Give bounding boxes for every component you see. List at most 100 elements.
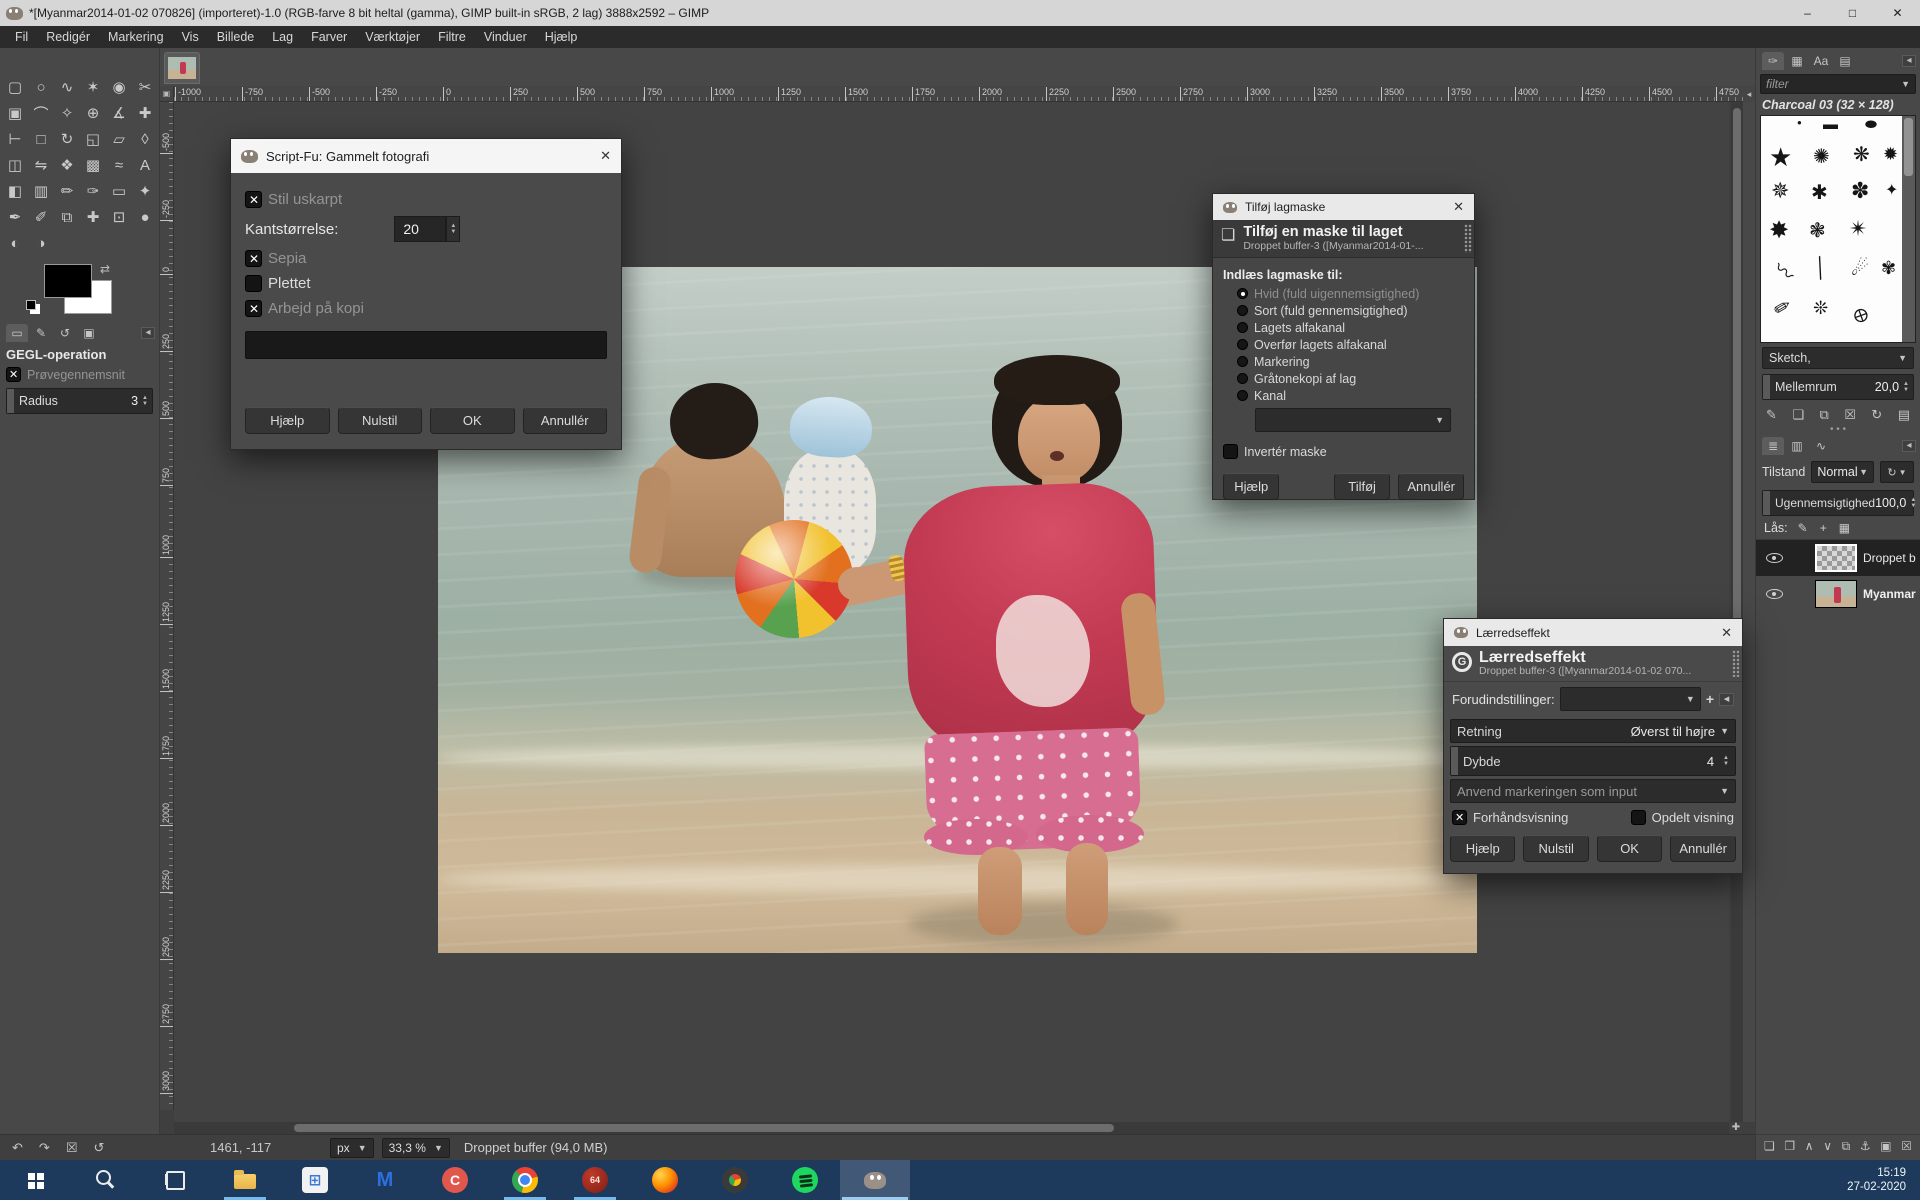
menu-item[interactable]: Fil: [6, 28, 37, 46]
history-icon[interactable]: ↷: [39, 1140, 50, 1156]
script-fu-option[interactable]: Plettet: [245, 271, 607, 296]
foreground-color-swatch[interactable]: [44, 264, 92, 298]
taskbar-item[interactable]: [0, 1160, 70, 1200]
brush-thumbnail[interactable]: ✺: [1813, 144, 1830, 169]
drag-grip[interactable]: [1464, 224, 1472, 253]
preview-checkbox[interactable]: [1452, 810, 1467, 825]
close-icon[interactable]: ✕: [600, 148, 611, 164]
brush-thumbnail[interactable]: ⬬: [1865, 116, 1877, 133]
tool-button[interactable]: ◑: [28, 230, 54, 256]
tool-button[interactable]: ◉: [106, 74, 132, 100]
dock-menu-icon[interactable]: ◂: [141, 327, 155, 339]
sample-average-checkbox[interactable]: [6, 367, 21, 382]
option-checkbox[interactable]: [245, 250, 262, 267]
tool-button[interactable]: ◐: [2, 230, 28, 256]
mask-type-option[interactable]: Markering: [1223, 353, 1464, 370]
tool-button[interactable]: ✐: [28, 204, 54, 230]
layer-action-icon[interactable]: ❏: [1764, 1139, 1775, 1154]
menu-item[interactable]: Lag: [263, 28, 302, 46]
brush-thumbnail[interactable]: ☄: [1851, 256, 1869, 281]
layer-row[interactable]: Droppet bu: [1756, 540, 1920, 576]
mask-type-option[interactable]: Sort (fuld gennemsigtighed): [1223, 302, 1464, 319]
spinner-arrows[interactable]: ▲▼: [1903, 381, 1909, 393]
dialog-button[interactable]: Tilføj: [1334, 473, 1390, 500]
vertical-scrollbar[interactable]: [1731, 102, 1743, 1122]
brush-action-icon[interactable]: ✎: [1766, 407, 1777, 423]
brush-thumbnail[interactable]: ✵: [1771, 178, 1789, 204]
lock-icon[interactable]: ✎: [1798, 521, 1808, 535]
taskbar-item[interactable]: [70, 1160, 140, 1200]
spinner-arrows[interactable]: ▲▼: [1910, 497, 1916, 509]
brush-action-icon[interactable]: ⧉: [1819, 407, 1828, 423]
dialog-button[interactable]: Hjælp: [245, 407, 330, 434]
close-icon[interactable]: ✕: [1453, 199, 1464, 215]
mask-type-option[interactable]: Kanal: [1223, 387, 1464, 404]
tool-button[interactable]: ∡: [106, 100, 132, 126]
dock-tab[interactable]: ▤: [1834, 52, 1856, 70]
visibility-eye-icon[interactable]: [1766, 589, 1783, 599]
tool-button[interactable]: ◫: [2, 152, 28, 178]
maximize-button[interactable]: □: [1830, 0, 1875, 26]
dialog-button[interactable]: OK: [1597, 835, 1662, 862]
dialog-titlebar[interactable]: Tilføj lagmaske ✕: [1213, 194, 1474, 220]
layer-action-icon[interactable]: ∨: [1823, 1139, 1832, 1154]
opacity-slider[interactable]: Ugennemsigtighed 100,0 ▲▼: [1762, 490, 1914, 516]
brush-action-icon[interactable]: ▤: [1898, 407, 1910, 423]
dialog-button[interactable]: Annullér: [523, 407, 608, 434]
dock-tab[interactable]: ∿: [1810, 437, 1832, 455]
dialog-button[interactable]: Hjælp: [1450, 835, 1515, 862]
layer-thumbnail[interactable]: [1815, 580, 1857, 608]
dock-menu-icon[interactable]: ◂: [1902, 55, 1916, 67]
tool-button[interactable]: ✚: [80, 204, 106, 230]
lock-icon[interactable]: ▦: [1839, 521, 1850, 535]
dock-tab[interactable]: ▭: [6, 324, 28, 342]
brush-thumbnail[interactable]: ★: [1769, 142, 1792, 173]
menu-item[interactable]: Værktøjer: [356, 28, 429, 46]
spinner-arrows[interactable]: ▲▼: [1723, 755, 1729, 767]
close-button[interactable]: ✕: [1875, 0, 1920, 26]
spinner-arrows[interactable]: ▲▼: [446, 216, 460, 242]
brush-action-icon[interactable]: ❏: [1792, 407, 1804, 423]
tool-button[interactable]: ✒: [2, 204, 28, 230]
option-checkbox[interactable]: [245, 275, 262, 292]
mask-type-option[interactable]: Overfør lagets alfakanal: [1223, 336, 1464, 353]
layer-mode-select[interactable]: Normal ▼: [1811, 461, 1874, 483]
layer-action-icon[interactable]: ⚓: [1860, 1139, 1871, 1154]
tool-button[interactable]: ≈: [106, 152, 132, 178]
radio-button[interactable]: [1237, 373, 1248, 384]
brush-thumbnail[interactable]: ❃: [1809, 218, 1826, 243]
mask-type-option[interactable]: Gråtonekopi af lag: [1223, 370, 1464, 387]
tool-button[interactable]: ✏: [54, 178, 80, 204]
lock-icon[interactable]: +: [1820, 521, 1827, 535]
tool-button[interactable]: ⊕: [80, 100, 106, 126]
image-tab[interactable]: [164, 52, 200, 84]
default-colors-icon[interactable]: [26, 300, 36, 310]
spinner-arrows[interactable]: ▲▼: [142, 395, 148, 407]
tool-button[interactable]: ◧: [2, 178, 28, 204]
horizontal-ruler[interactable]: -1000-750-500-25002505007501000125015001…: [174, 86, 1743, 102]
swap-colors-icon[interactable]: ⇄: [100, 262, 110, 276]
brush-thumbnail[interactable]: ✸: [1769, 216, 1789, 245]
tool-button[interactable]: ✂: [132, 74, 158, 100]
tool-button[interactable]: ▥: [28, 178, 54, 204]
tool-button[interactable]: ❖: [54, 152, 80, 178]
tool-button[interactable]: ✦: [132, 178, 158, 204]
minimize-button[interactable]: –: [1785, 0, 1830, 26]
taskbar-item[interactable]: ⊞: [280, 1160, 350, 1200]
layer-thumbnail[interactable]: [1815, 544, 1857, 572]
tool-button[interactable]: ∿: [54, 74, 80, 100]
tool-button[interactable]: ⊡: [106, 204, 132, 230]
split-view-checkbox[interactable]: [1631, 810, 1646, 825]
layer-action-icon[interactable]: ⧉: [1842, 1139, 1851, 1154]
dialog-button[interactable]: Annullér: [1398, 473, 1464, 500]
dock-tab[interactable]: ✎: [30, 324, 52, 342]
slider-grip[interactable]: [1451, 747, 1458, 775]
horizontal-scrollbar[interactable]: [174, 1122, 1729, 1134]
direction-row[interactable]: Retning Øverst til højre ▼: [1450, 719, 1736, 743]
brush-grid[interactable]: ● ▬ ⬬ ★ ✺ ❋ ✹ ✵ ✱ ✽ ✦ ✸ ❃ ✴ 〰 ╱ ☄ ✾ ✐ ❊ …: [1760, 115, 1916, 343]
layer-row[interactable]: Myanmar2: [1756, 576, 1920, 612]
sample-average-option[interactable]: Prøvegennemsnit: [0, 364, 159, 385]
radio-button[interactable]: [1237, 356, 1248, 367]
taskbar-item[interactable]: C: [420, 1160, 490, 1200]
close-icon[interactable]: ✕: [1721, 625, 1732, 641]
